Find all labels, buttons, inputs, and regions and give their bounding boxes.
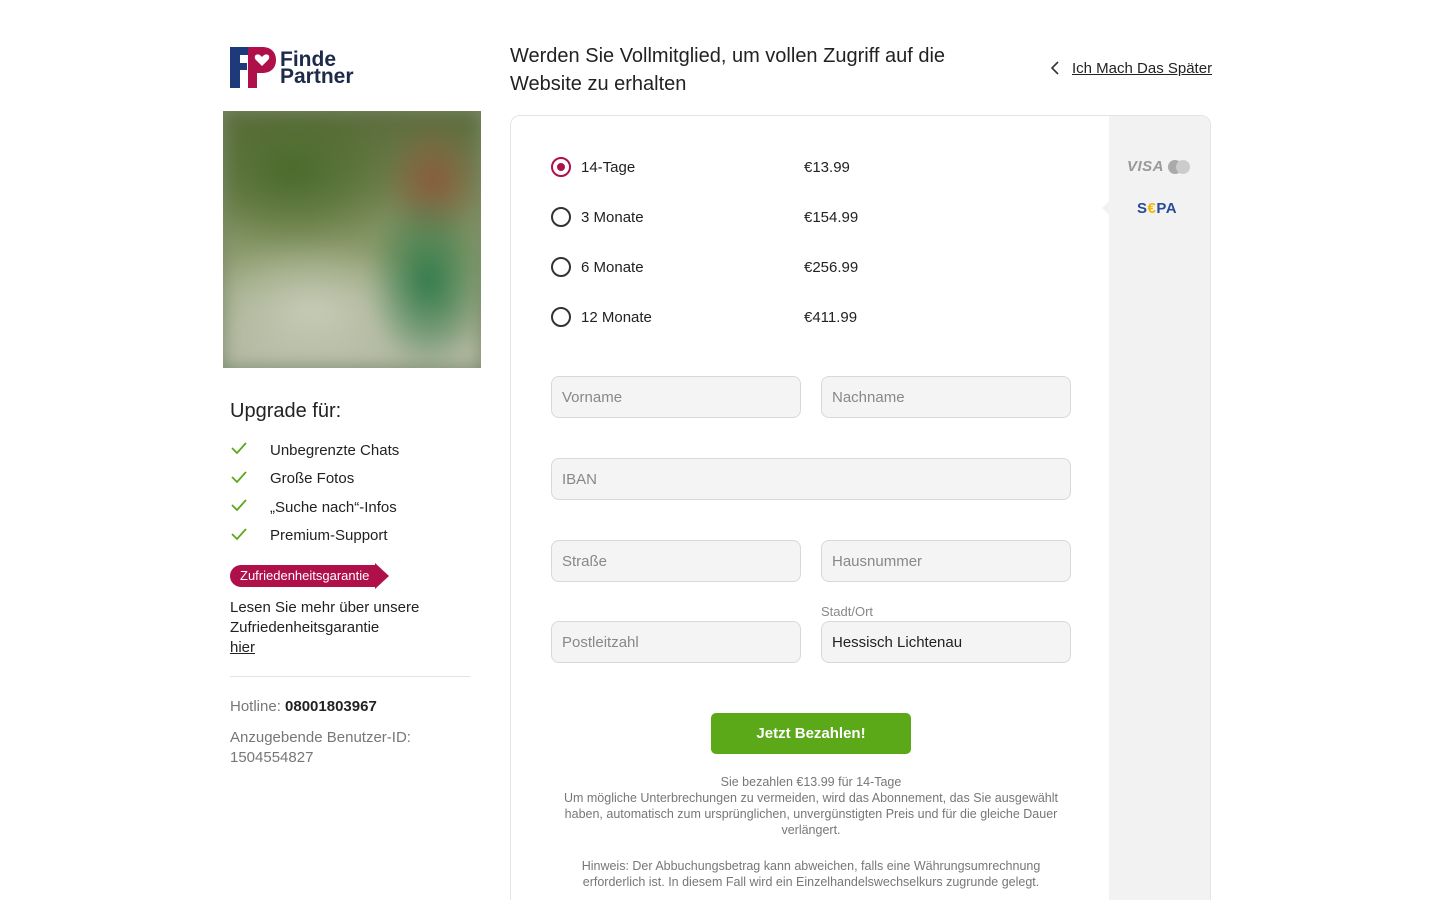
- guarantee-text: Lesen Sie mehr über unsere Zufriedenheit…: [230, 599, 420, 656]
- chevron-left-icon[interactable]: [1046, 58, 1066, 78]
- sepa-method[interactable]: S€PA: [1137, 200, 1177, 217]
- site-logo[interactable]: Finde Partner: [230, 47, 354, 89]
- plan-radio[interactable]: [551, 307, 571, 327]
- feature-item: Große Fotos: [230, 465, 399, 494]
- street-field[interactable]: [551, 540, 801, 582]
- city-field[interactable]: [821, 621, 1071, 663]
- pay-now-button[interactable]: Jetzt Bezahlen!: [711, 713, 911, 754]
- city-label: Stadt/Ort: [821, 604, 874, 619]
- plan-radio[interactable]: [551, 207, 571, 227]
- last-name-field[interactable]: [821, 376, 1071, 418]
- logo-text: Finde Partner: [280, 48, 354, 88]
- logo-mark-icon: [230, 47, 276, 89]
- hotline-number: 08001803967: [285, 698, 377, 715]
- guarantee-link[interactable]: hier: [230, 639, 255, 656]
- plan-option-14-days[interactable]: 14-Tage €13.99: [551, 155, 850, 179]
- house-number-field[interactable]: [821, 540, 1071, 582]
- postal-code-field[interactable]: [551, 621, 801, 663]
- visa-icon: VISA: [1127, 158, 1165, 175]
- guarantee-badge: Zufriedenheitsgarantie: [230, 563, 390, 589]
- first-name-field[interactable]: [551, 376, 801, 418]
- iban-field[interactable]: [551, 458, 1071, 500]
- plan-option-3-months[interactable]: 3 Monate €154.99: [551, 205, 858, 229]
- payment-card: VISA S€PA 14-Tage €13.99 3 Monate €154.9…: [510, 115, 1211, 900]
- plan-radio[interactable]: [551, 257, 571, 277]
- currency-notice: Hinweis: Der Abbuchungsbetrag kann abwei…: [581, 859, 1041, 889]
- plan-option-12-months[interactable]: 12 Monate €411.99: [551, 305, 857, 329]
- later-link-group[interactable]: Ich Mach Das Später: [1046, 58, 1212, 78]
- sidebar-divider: [230, 676, 470, 677]
- upgrade-title: Upgrade für:: [230, 400, 342, 422]
- feature-item: Unbegrenzte Chats: [230, 436, 399, 465]
- page-headline: Werden Sie Vollmitglied, um vollen Zugri…: [510, 45, 946, 95]
- plan-option-6-months[interactable]: 6 Monate €256.99: [551, 255, 858, 279]
- checkmark-icon: [230, 498, 270, 516]
- selected-method-notch: [1102, 200, 1110, 216]
- checkmark-icon: [230, 527, 270, 545]
- user-id: Anzugebende Benutzer-ID: 1504554827: [230, 729, 411, 766]
- feature-item: Premium-Support: [230, 522, 399, 551]
- checkmark-icon: [230, 441, 270, 459]
- hotline: Hotline: 08001803967: [230, 698, 377, 715]
- visa-mastercard-method[interactable]: VISA: [1127, 158, 1191, 175]
- feature-list: Unbegrenzte Chats Große Fotos „Suche nac…: [230, 436, 399, 550]
- payment-methods-panel: VISA S€PA: [1102, 116, 1210, 900]
- badge-arrow: [375, 563, 390, 589]
- feature-item: „Suche nach“-Infos: [230, 493, 399, 522]
- plan-radio[interactable]: [551, 157, 571, 177]
- payment-summary: Sie bezahlen €13.99 für 14-Tage Um mögli…: [563, 775, 1059, 837]
- mastercard-icon: [1168, 159, 1191, 174]
- later-link[interactable]: Ich Mach Das Später: [1072, 60, 1212, 77]
- checkmark-icon: [230, 470, 270, 488]
- profile-photo: [223, 111, 481, 368]
